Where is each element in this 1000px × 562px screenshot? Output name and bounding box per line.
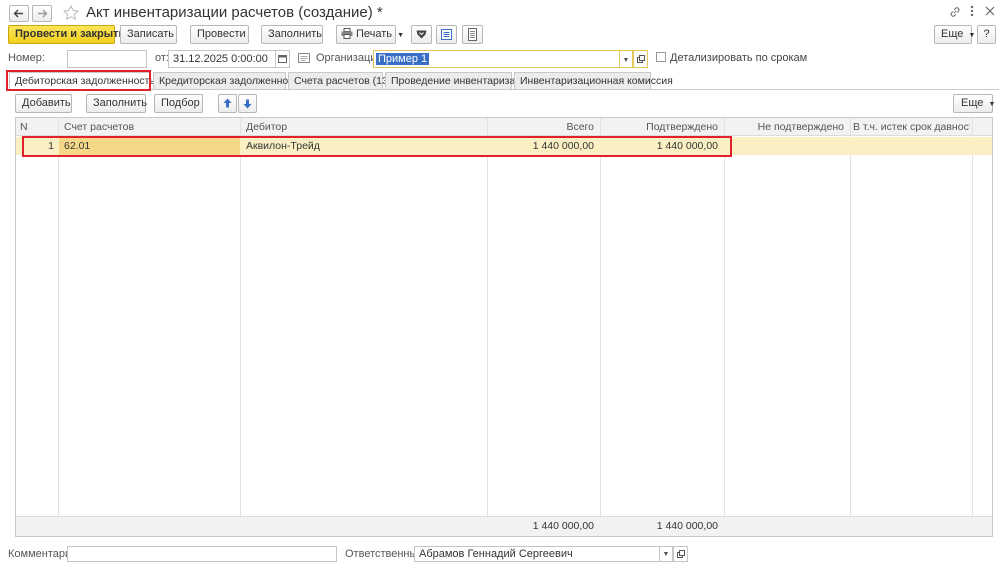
arrow-down-icon [243,99,252,109]
tab-payables[interactable]: Кредиторская задолженность [153,72,304,89]
close-icon[interactable] [984,5,996,17]
detail-by-terms-label: Детализировать по срокам [670,52,808,64]
column-divider [487,118,488,536]
row-unconfirmed[interactable] [727,137,844,155]
col-header-expired[interactable]: В т.ч. истек срок давности [853,118,970,136]
row-highlight [22,136,732,157]
post-and-close-button[interactable]: Провести и закрыть [8,25,125,44]
arrow-up-icon [223,98,232,108]
fill-table-button[interactable]: Заполнить [86,94,147,113]
fill-button[interactable]: Заполнить [261,25,323,44]
receivables-table[interactable] [15,117,993,537]
column-divider [850,118,851,536]
window-title: Акт инвентаризации расчетов (создание) * [86,4,383,21]
column-divider [240,118,241,536]
responsible-dropdown-button[interactable]: ▼ [659,546,673,562]
add-row-button[interactable]: Добавить [15,94,72,113]
active-tab-highlight [6,70,151,91]
open-window-icon [637,55,645,63]
date-field[interactable]: 31.12.2025 0:00:00 [168,50,276,68]
tab-inventory-commission[interactable]: Инвентаризационная комиссия [514,72,673,89]
organization-value: Пример 1 [376,53,430,65]
col-header-confirmed[interactable]: Подтверждено [603,118,718,136]
open-window-icon [677,550,685,558]
move-down-button[interactable] [238,94,257,113]
column-divider [724,118,725,536]
column-divider [972,118,973,536]
tabs-underline [9,89,999,90]
date-label: от: [155,52,169,64]
accounting-entries-icon [441,29,452,40]
number-label: Номер: [8,52,45,64]
more-button[interactable]: Еще ▼ [934,25,976,44]
kebab-menu-icon[interactable] [968,4,976,18]
dropdown-arrow-icon: ▼ [397,32,405,39]
totals-total: 1 440 000,00 [532,520,594,532]
calendar-icon [278,55,287,63]
tab-inventory-posting[interactable]: Проведение инвентаризации [385,72,533,89]
print-button[interactable]: Печать ▼ [336,25,404,44]
printer-icon [341,28,353,39]
dropdown-arrow-icon: ▼ [988,101,996,108]
col-header-debtor[interactable]: Дебитор [246,118,481,136]
column-divider [58,118,59,536]
post-button[interactable]: Провести [190,25,249,44]
row-expired[interactable] [853,137,970,155]
dropdown-arrow-icon: ▼ [968,32,976,39]
favorite-star-icon[interactable] [62,4,80,22]
move-up-button[interactable] [218,94,237,113]
table-more-button[interactable]: Еще ▼ [953,94,996,113]
save-button[interactable]: Записать [120,25,177,44]
report-button[interactable] [462,25,483,44]
print-label: Печать [356,28,393,40]
totals-confirmed: 1 440 000,00 [656,520,718,532]
organization-open-button[interactable] [633,50,648,68]
comment-field[interactable] [67,546,337,562]
col-header-unconfirmed[interactable]: Не подтверждено [727,118,844,136]
responsible-field[interactable]: Абрамов Геннадий Сергеевич [414,546,660,562]
col-header-account[interactable]: Счет расчетов [64,118,234,136]
forward-button[interactable] [32,5,52,22]
comment-note-icon[interactable] [298,53,310,64]
help-button[interactable]: ? [977,25,996,44]
responsible-open-button[interactable] [673,546,688,562]
dropdown-arrow-icon: ▼ [662,551,670,558]
organization-field[interactable]: Пример 1 [373,50,620,68]
structure-button[interactable] [411,25,432,44]
pick-button[interactable]: Подбор [154,94,203,113]
dt-kt-button[interactable] [436,25,457,44]
table-more-label: Еще [961,97,984,109]
column-divider [600,118,601,536]
link-icon[interactable] [948,5,962,19]
date-picker-button[interactable] [275,50,290,68]
document-icon [468,28,477,41]
col-header-total[interactable]: Всего [490,118,594,136]
shield-down-icon [416,30,427,39]
back-button[interactable] [9,5,29,22]
dropdown-arrow-icon: ▼ [622,57,630,64]
number-field[interactable] [67,50,147,68]
organization-dropdown-button[interactable]: ▼ [619,50,633,68]
col-header-n[interactable]: N [20,118,50,136]
more-label: Еще [941,28,964,40]
tab-settlement-accounts[interactable]: Счета расчетов (13) [288,72,391,89]
detail-by-terms-checkbox[interactable] [656,52,666,62]
arrow-right-icon [38,9,48,18]
arrow-left-icon [13,9,23,18]
